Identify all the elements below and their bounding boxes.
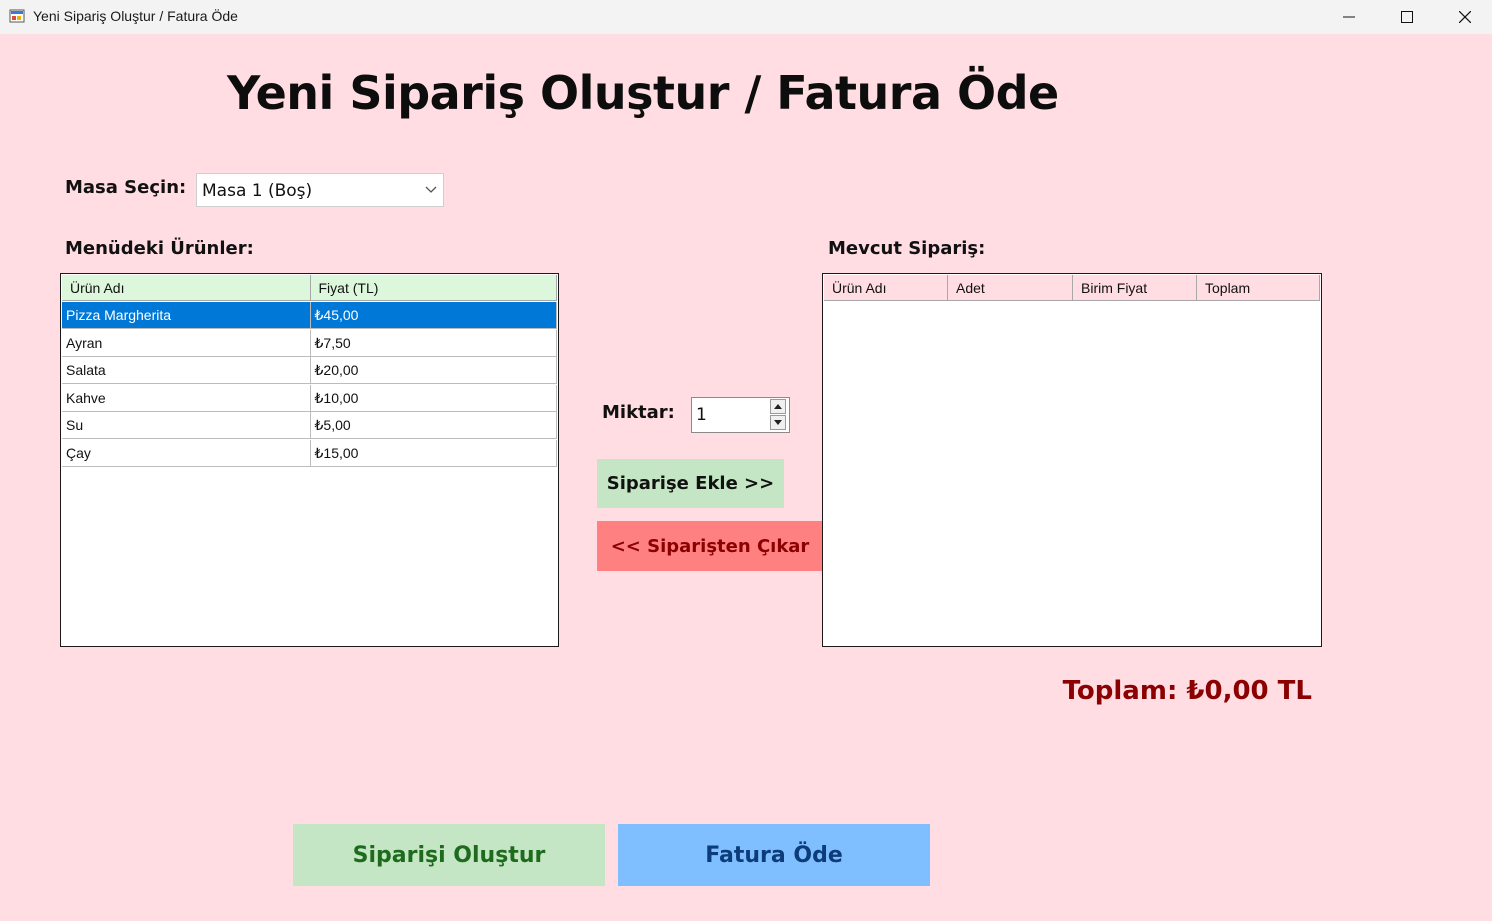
close-icon [1459, 11, 1471, 23]
quantity-stepper[interactable]: 1 [691, 397, 790, 433]
table-row[interactable]: Pizza Margherita ₺45,00 [62, 302, 557, 329]
menu-item-price: ₺5,00 [310, 412, 557, 439]
quantity-value: 1 [696, 405, 707, 425]
add-to-order-button[interactable]: Siparişe Ekle >> [597, 459, 784, 508]
table-select-value: Masa 1 (Boş) [202, 181, 313, 201]
create-order-button[interactable]: Siparişi Oluştur [293, 824, 605, 886]
quantity-label: Miktar: [602, 402, 675, 423]
menu-item-name: Pizza Margherita [62, 302, 311, 329]
caret-up-icon [774, 404, 782, 409]
quantity-up-button[interactable] [770, 399, 786, 414]
caret-down-icon [774, 420, 782, 425]
table-row[interactable]: Su ₺5,00 [62, 412, 557, 439]
chevron-down-icon [425, 186, 437, 193]
minimize-button[interactable] [1320, 0, 1378, 34]
maximize-button[interactable] [1378, 0, 1436, 34]
page-title: Yeni Sipariş Oluştur / Fatura Öde [227, 66, 1059, 120]
order-column-total[interactable]: Toplam [1197, 275, 1320, 301]
close-button[interactable] [1436, 0, 1492, 34]
order-column-quantity[interactable]: Adet [948, 275, 1073, 301]
order-list-label: Mevcut Sipariş: [828, 238, 986, 259]
menu-item-name: Ayran [62, 329, 311, 357]
menu-column-name[interactable]: Ürün Adı [62, 275, 311, 301]
pay-invoice-button[interactable]: Fatura Öde [618, 824, 930, 886]
app-icon [9, 9, 25, 23]
minimize-icon [1343, 16, 1355, 18]
menu-item-name: Su [62, 412, 311, 439]
table-row[interactable]: Salata ₺20,00 [62, 357, 557, 384]
order-column-name[interactable]: Ürün Adı [824, 275, 948, 301]
order-list[interactable]: Ürün Adı Adet Birim Fiyat Toplam [822, 273, 1322, 647]
maximize-icon [1401, 11, 1413, 23]
menu-item-name: Kahve [62, 384, 311, 412]
table-row[interactable]: Çay ₺15,00 [62, 439, 557, 467]
menu-item-price: ₺45,00 [310, 302, 557, 329]
menu-list-label: Menüdeki Ürünler: [65, 238, 254, 259]
table-select-dropdown[interactable]: Masa 1 (Boş) [196, 173, 444, 207]
table-row[interactable]: Kahve ₺10,00 [62, 384, 557, 412]
window-titlebar: Yeni Sipariş Oluştur / Fatura Öde [0, 0, 1492, 34]
order-total: Toplam: ₺0,00 TL [1062, 676, 1312, 706]
order-list-header: Ürün Adı Adet Birim Fiyat Toplam [824, 275, 1320, 301]
menu-item-price: ₺7,50 [310, 329, 557, 357]
order-column-unit-price[interactable]: Birim Fiyat [1073, 275, 1197, 301]
menu-item-price: ₺10,00 [310, 384, 557, 412]
menu-item-price: ₺20,00 [310, 357, 557, 384]
quantity-down-button[interactable] [770, 415, 786, 430]
menu-list[interactable]: Ürün Adı Fiyat (TL) Pizza Margherita ₺45,… [60, 273, 559, 647]
remove-from-order-button[interactable]: << Siparişten Çıkar [597, 521, 823, 571]
menu-list-header: Ürün Adı Fiyat (TL) [62, 275, 557, 301]
window-title: Yeni Sipariş Oluştur / Fatura Öde [33, 8, 238, 24]
table-select-label: Masa Seçin: [65, 177, 187, 198]
table-row[interactable]: Ayran ₺7,50 [62, 329, 557, 357]
menu-item-name: Salata [62, 357, 311, 384]
menu-column-price[interactable]: Fiyat (TL) [310, 275, 557, 301]
menu-item-name: Çay [62, 439, 311, 467]
menu-item-price: ₺15,00 [310, 439, 557, 467]
